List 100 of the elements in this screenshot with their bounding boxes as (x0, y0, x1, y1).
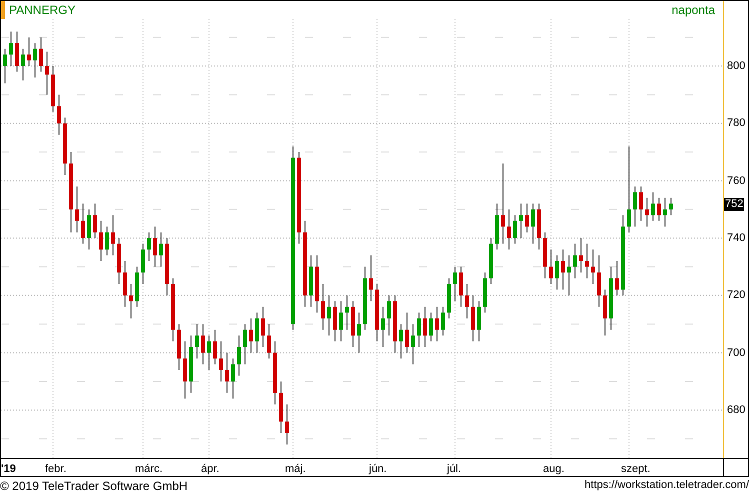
candlestick (513, 214, 517, 244)
candlestick (285, 404, 289, 445)
candlestick (27, 36, 31, 66)
candlestick (411, 324, 415, 365)
candlestick (453, 266, 457, 302)
year-label: '19 (1, 462, 16, 477)
candlestick (195, 324, 199, 359)
candlestick (441, 306, 445, 336)
candlestick (93, 203, 97, 238)
candlestick (597, 254, 601, 308)
candlestick (501, 163, 505, 244)
candlestick (105, 226, 109, 256)
candlestick (549, 249, 553, 284)
candlestick (219, 340, 223, 382)
candlestick (651, 192, 655, 222)
candlestick (9, 31, 13, 66)
month-label: jún. (369, 462, 387, 477)
candlestick (15, 31, 19, 72)
candlestick (201, 324, 205, 365)
candlestick (627, 146, 631, 233)
candlestick (123, 260, 127, 308)
candlestick (645, 198, 649, 227)
month-label: ápr. (201, 462, 220, 477)
candlestick (369, 254, 373, 302)
candlestick (267, 324, 271, 359)
candlestick (57, 94, 61, 136)
candlestick (561, 249, 565, 290)
candlestick (657, 198, 661, 222)
month-label: febr. (45, 462, 66, 477)
candlestick (141, 243, 145, 284)
price-tick-label: 780 (727, 117, 746, 130)
candlestick (21, 48, 25, 81)
candlestick (459, 266, 463, 308)
candlestick (39, 36, 43, 72)
candlestick (525, 203, 529, 233)
candlestick (261, 306, 265, 348)
candlestick (507, 208, 511, 250)
candlestick (405, 312, 409, 354)
candlestick (387, 295, 391, 336)
month-label: márc. (135, 462, 162, 477)
candlestick (639, 186, 643, 222)
candlestick (615, 260, 619, 296)
price-tick-label: 720 (727, 289, 746, 302)
candlestick (333, 300, 337, 342)
candlestick (231, 358, 235, 400)
candlestick (207, 335, 211, 370)
candlestick (321, 284, 325, 330)
price-tick-label: 760 (727, 174, 746, 187)
candlestick (111, 214, 115, 256)
candlestick (345, 295, 349, 330)
price-tick-label: 800 (727, 60, 746, 72)
price-tick-label: 680 (727, 404, 746, 416)
candlestick (129, 284, 133, 319)
candlestick (225, 352, 229, 394)
candlestick (417, 312, 421, 348)
candlestick (87, 208, 91, 250)
candlestick (153, 226, 157, 268)
candlestick (183, 340, 187, 400)
candlestick (555, 254, 559, 290)
candlestick (75, 186, 79, 233)
candlestick (249, 318, 253, 354)
candlestick (663, 198, 667, 227)
candlestick (147, 232, 151, 262)
candlestick (531, 203, 535, 244)
candlestick (471, 295, 475, 342)
symbol-label: PANNERGY (9, 2, 76, 19)
price-tick-label: 740 (727, 232, 746, 244)
candlestick (591, 249, 595, 284)
candlestick (573, 243, 577, 279)
candlestick (213, 329, 217, 365)
candlestick (81, 203, 85, 244)
candlestick (159, 232, 163, 268)
candlestick (567, 254, 571, 296)
candlestick (423, 306, 427, 348)
candlestick (585, 243, 589, 279)
candlestick (99, 220, 103, 262)
candlestick (429, 312, 433, 342)
month-label: aug. (543, 462, 564, 477)
copyright-text: © 2019 TeleTrader Software GmbH (0, 478, 188, 494)
price-tick-label: 700 (727, 346, 746, 359)
candlestick (465, 284, 469, 319)
candlestick (243, 324, 247, 365)
last-price-tag: 752 (724, 198, 744, 211)
candlestick (3, 48, 7, 84)
candlestick (339, 300, 343, 342)
url-text: https://workstation.teletrader.com/ (584, 478, 749, 494)
candlestick (669, 198, 673, 216)
candlestick (633, 186, 637, 227)
candlestick (477, 300, 481, 342)
month-label: szept. (621, 462, 650, 477)
candlestick (399, 324, 403, 359)
candlestick (327, 295, 331, 336)
candlestick (357, 312, 361, 354)
candlestick (255, 312, 259, 354)
symbol-marker (1, 1, 5, 19)
candlestick (237, 335, 241, 376)
candlestick (33, 42, 37, 78)
candlestick (603, 289, 607, 336)
period-label: naponta (672, 2, 715, 19)
candlestick (519, 203, 523, 238)
